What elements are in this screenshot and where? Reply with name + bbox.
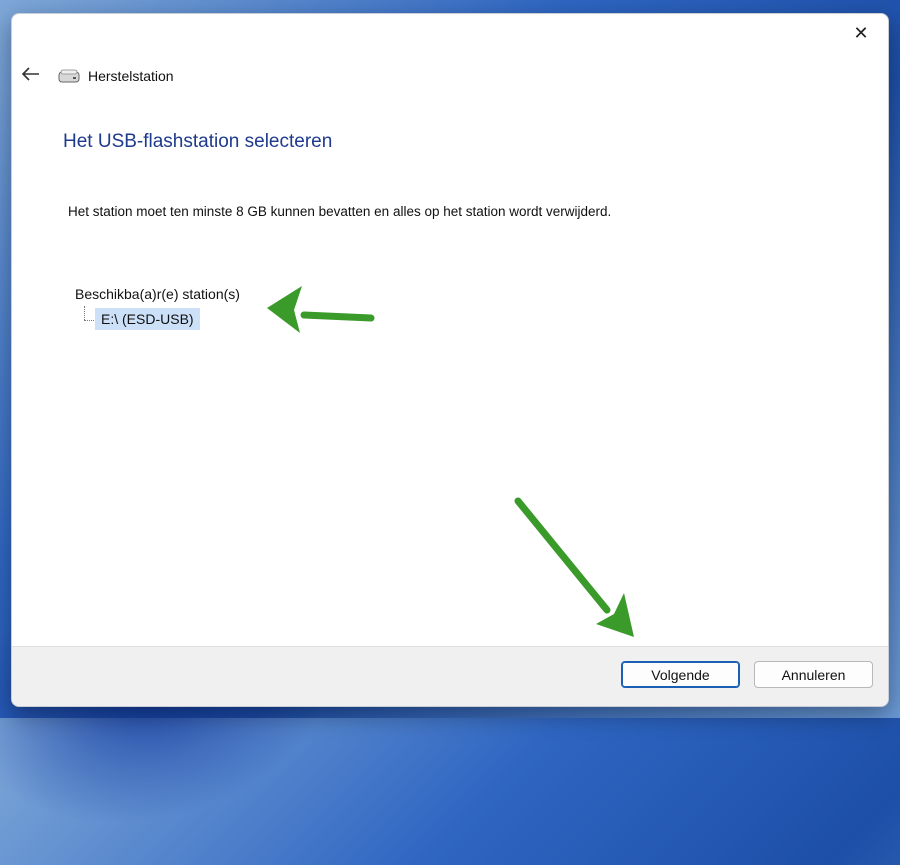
app-title: Herstelstation [88, 68, 174, 84]
arrow-left-icon [22, 67, 39, 81]
close-icon: ✕ [853, 22, 869, 43]
drive-tree-root: Beschikba(a)r(e) station(s) [75, 286, 240, 302]
page-title: Het USB-flashstation selecteren [63, 131, 333, 152]
recovery-drive-window: ✕ Herstelstation Het USB-flashstation se… [11, 13, 889, 707]
drive-icon [58, 69, 80, 83]
tree-connector [84, 306, 85, 320]
annotation-arrows [267, 286, 634, 637]
app-header: Herstelstation [58, 66, 174, 86]
close-button[interactable]: ✕ [844, 20, 878, 46]
drive-tree-item[interactable]: E:\ (ESD-USB) [95, 308, 200, 330]
cancel-button[interactable]: Annuleren [754, 661, 873, 688]
next-button[interactable]: Volgende [621, 661, 740, 688]
green-arrow-icon [514, 497, 634, 637]
back-button[interactable] [20, 64, 42, 84]
instruction-text: Het station moet ten minste 8 GB kunnen … [68, 204, 612, 219]
tree-connector [84, 320, 94, 321]
footer-bar: Volgende Annuleren [12, 646, 888, 706]
green-arrow-icon [267, 286, 375, 333]
